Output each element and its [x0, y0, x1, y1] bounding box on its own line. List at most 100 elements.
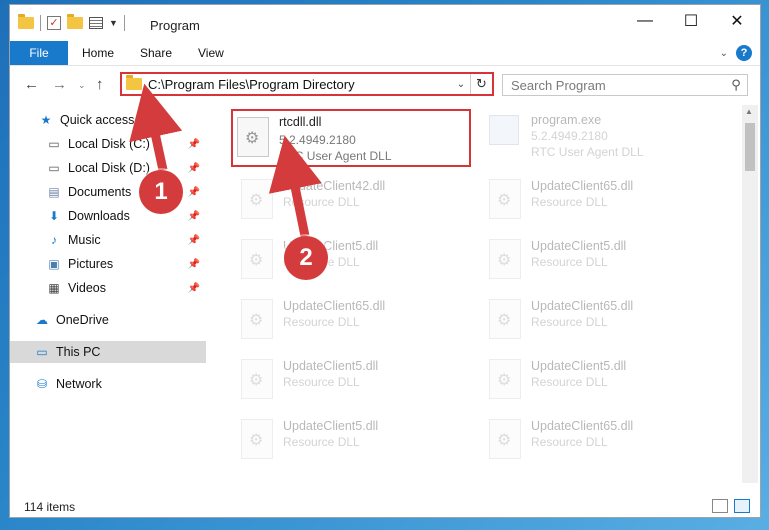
dll-file-icon	[241, 239, 273, 279]
minimize-button[interactable]: —	[622, 5, 668, 37]
file-item[interactable]: UpdateClient42.dll Resource DLL	[233, 171, 473, 221]
dll-file-icon	[241, 299, 273, 339]
nav-item-quick-access[interactable]: ★ Quick access	[10, 109, 206, 131]
dll-file-icon	[489, 239, 521, 279]
file-name: UpdateClient65.dll	[283, 299, 386, 313]
search-icon[interactable]: ⚲	[725, 77, 747, 93]
help-icon[interactable]: ?	[736, 45, 752, 61]
pin-icon[interactable]: 📌	[188, 139, 200, 150]
nav-item-network[interactable]: ⛁ Network	[10, 373, 206, 395]
item-count: 114 items	[24, 500, 76, 514]
divider	[40, 15, 41, 31]
address-dropdown-icon[interactable]: ⌄	[452, 79, 470, 90]
star-icon: ★	[40, 113, 52, 127]
ribbon-right: ⌄ ?	[720, 45, 752, 61]
tab-share[interactable]: Share	[140, 41, 172, 65]
dll-file-icon	[241, 179, 273, 219]
close-button[interactable]: ✕	[714, 5, 760, 37]
expand-ribbon-icon[interactable]: ⌄	[720, 48, 728, 59]
title-bar: ✓ ▼ Program — ☐ ✕	[10, 5, 760, 41]
exe-file-icon	[489, 115, 519, 145]
file-item[interactable]: UpdateClient65.dll Resource DLL	[481, 171, 721, 221]
file-name: rtcdll.dll	[279, 115, 322, 129]
pin-icon[interactable]: 📌	[188, 235, 200, 246]
file-item[interactable]: UpdateClient65.dll Resource DLL	[481, 411, 721, 461]
address-path[interactable]: C:\Program Files\Program Directory	[148, 77, 452, 92]
forward-arrow-icon[interactable]: →	[52, 76, 67, 93]
nav-item-videos[interactable]: ▦ Videos 📌	[10, 277, 206, 299]
tab-file[interactable]: File	[10, 41, 68, 65]
nav-item-pictures[interactable]: ▣ Pictures 📌	[10, 253, 206, 275]
new-folder-icon[interactable]	[67, 14, 83, 29]
tab-home[interactable]: Home	[82, 41, 114, 65]
music-icon: ♪	[51, 233, 57, 247]
recent-dropdown-icon[interactable]: ⌄	[78, 80, 86, 91]
up-arrow-icon[interactable]: ↑	[96, 76, 104, 93]
nav-item-label: Downloads	[68, 209, 130, 223]
nav-item-label: OneDrive	[56, 313, 109, 327]
pin-icon[interactable]: 📌	[188, 187, 200, 198]
window-title: Program	[150, 18, 200, 33]
file-description: Resource DLL	[283, 435, 360, 449]
file-description: Resource DLL	[283, 195, 360, 209]
nav-item-label: Videos	[68, 281, 106, 295]
details-view-icon[interactable]	[712, 499, 728, 513]
file-item[interactable]: UpdateClient65.dll Resource DLL	[481, 291, 721, 341]
file-name: UpdateClient5.dll	[283, 359, 379, 373]
maximize-button[interactable]: ☐	[668, 5, 714, 37]
properties-check-icon[interactable]: ✓	[47, 16, 61, 30]
picture-icon: ▣	[48, 257, 60, 271]
file-item[interactable]: UpdateClient5.dll Resource DLL	[481, 351, 721, 401]
nav-item-music[interactable]: ♪ Music 📌	[10, 229, 206, 251]
file-item[interactable]: UpdateClient5.dll Resource DLL	[233, 231, 473, 281]
nav-item-label: Local Disk (C:)	[68, 137, 150, 151]
search-input[interactable]	[511, 77, 725, 93]
customize-icon[interactable]	[89, 17, 103, 29]
dll-file-icon	[489, 299, 521, 339]
cloud-icon: ☁	[36, 313, 48, 327]
ribbon-tabs: File Home Share View ⌄ ?	[10, 41, 760, 65]
file-item[interactable]: UpdateClient65.dll Resource DLL	[233, 291, 473, 341]
dll-file-icon	[489, 179, 521, 219]
file-item[interactable]: UpdateClient5.dll Resource DLL	[481, 231, 721, 281]
scroll-up-icon[interactable]: ▲	[745, 107, 753, 116]
dll-file-icon	[241, 359, 273, 399]
tiles-view-icon[interactable]	[734, 499, 750, 513]
file-item-program-exe[interactable]: program.exe 5.2.4949.2180 RTC User Agent…	[481, 109, 721, 159]
nav-item-downloads[interactable]: ⬇ Downloads 📌	[10, 205, 206, 227]
back-arrow-icon[interactable]: ←	[24, 76, 39, 93]
search-box[interactable]: ⚲	[502, 74, 748, 96]
file-name: program.exe	[531, 113, 602, 127]
pin-icon[interactable]: 📌	[188, 283, 200, 294]
folder-icon	[126, 75, 142, 90]
pin-icon[interactable]: 📌	[188, 211, 200, 222]
pin-icon[interactable]: 📌	[188, 259, 200, 270]
tab-view[interactable]: View	[198, 41, 224, 65]
navigation-bar: ← → ⌄ ↑ C:\Program Files\Program Directo…	[10, 65, 760, 101]
file-description: RTC User Agent DLL	[531, 145, 644, 159]
nav-item-local-disk-c[interactable]: ▭ Local Disk (C:) 📌	[10, 133, 206, 155]
address-bar[interactable]: C:\Program Files\Program Directory ⌄ ↻	[120, 72, 494, 96]
file-name: UpdateClient65.dll	[531, 419, 634, 433]
vertical-scrollbar[interactable]: ▲	[742, 105, 758, 483]
file-name: UpdateClient5.dll	[283, 419, 379, 433]
callout-badge-1: 1	[139, 170, 183, 214]
nav-item-this-pc[interactable]: ▭ This PC	[10, 341, 206, 363]
qat-dropdown-icon[interactable]: ▼	[109, 18, 118, 28]
nav-item-onedrive[interactable]: ☁ OneDrive	[10, 309, 206, 331]
file-item[interactable]: UpdateClient5.dll Resource DLL	[233, 351, 473, 401]
file-item-rtcdll[interactable]: rtcdll.dll 5.2.4949.2180 RTC User Agent …	[231, 109, 471, 167]
scroll-thumb[interactable]	[745, 123, 755, 171]
file-description: Resource DLL	[531, 255, 608, 269]
nav-item-label: Pictures	[68, 257, 114, 271]
file-description: Resource DLL	[531, 375, 608, 389]
divider	[123, 15, 125, 31]
nav-item-label: Music	[68, 233, 101, 247]
pin-icon[interactable]: 📌	[188, 163, 200, 174]
refresh-icon[interactable]: ↻	[470, 74, 492, 94]
file-item[interactable]: UpdateClient5.dll Resource DLL	[233, 411, 473, 461]
network-icon: ⛁	[36, 377, 48, 391]
document-icon: ▤	[48, 185, 60, 199]
video-icon: ▦	[48, 281, 60, 295]
nav-item-label: Documents	[68, 185, 132, 199]
